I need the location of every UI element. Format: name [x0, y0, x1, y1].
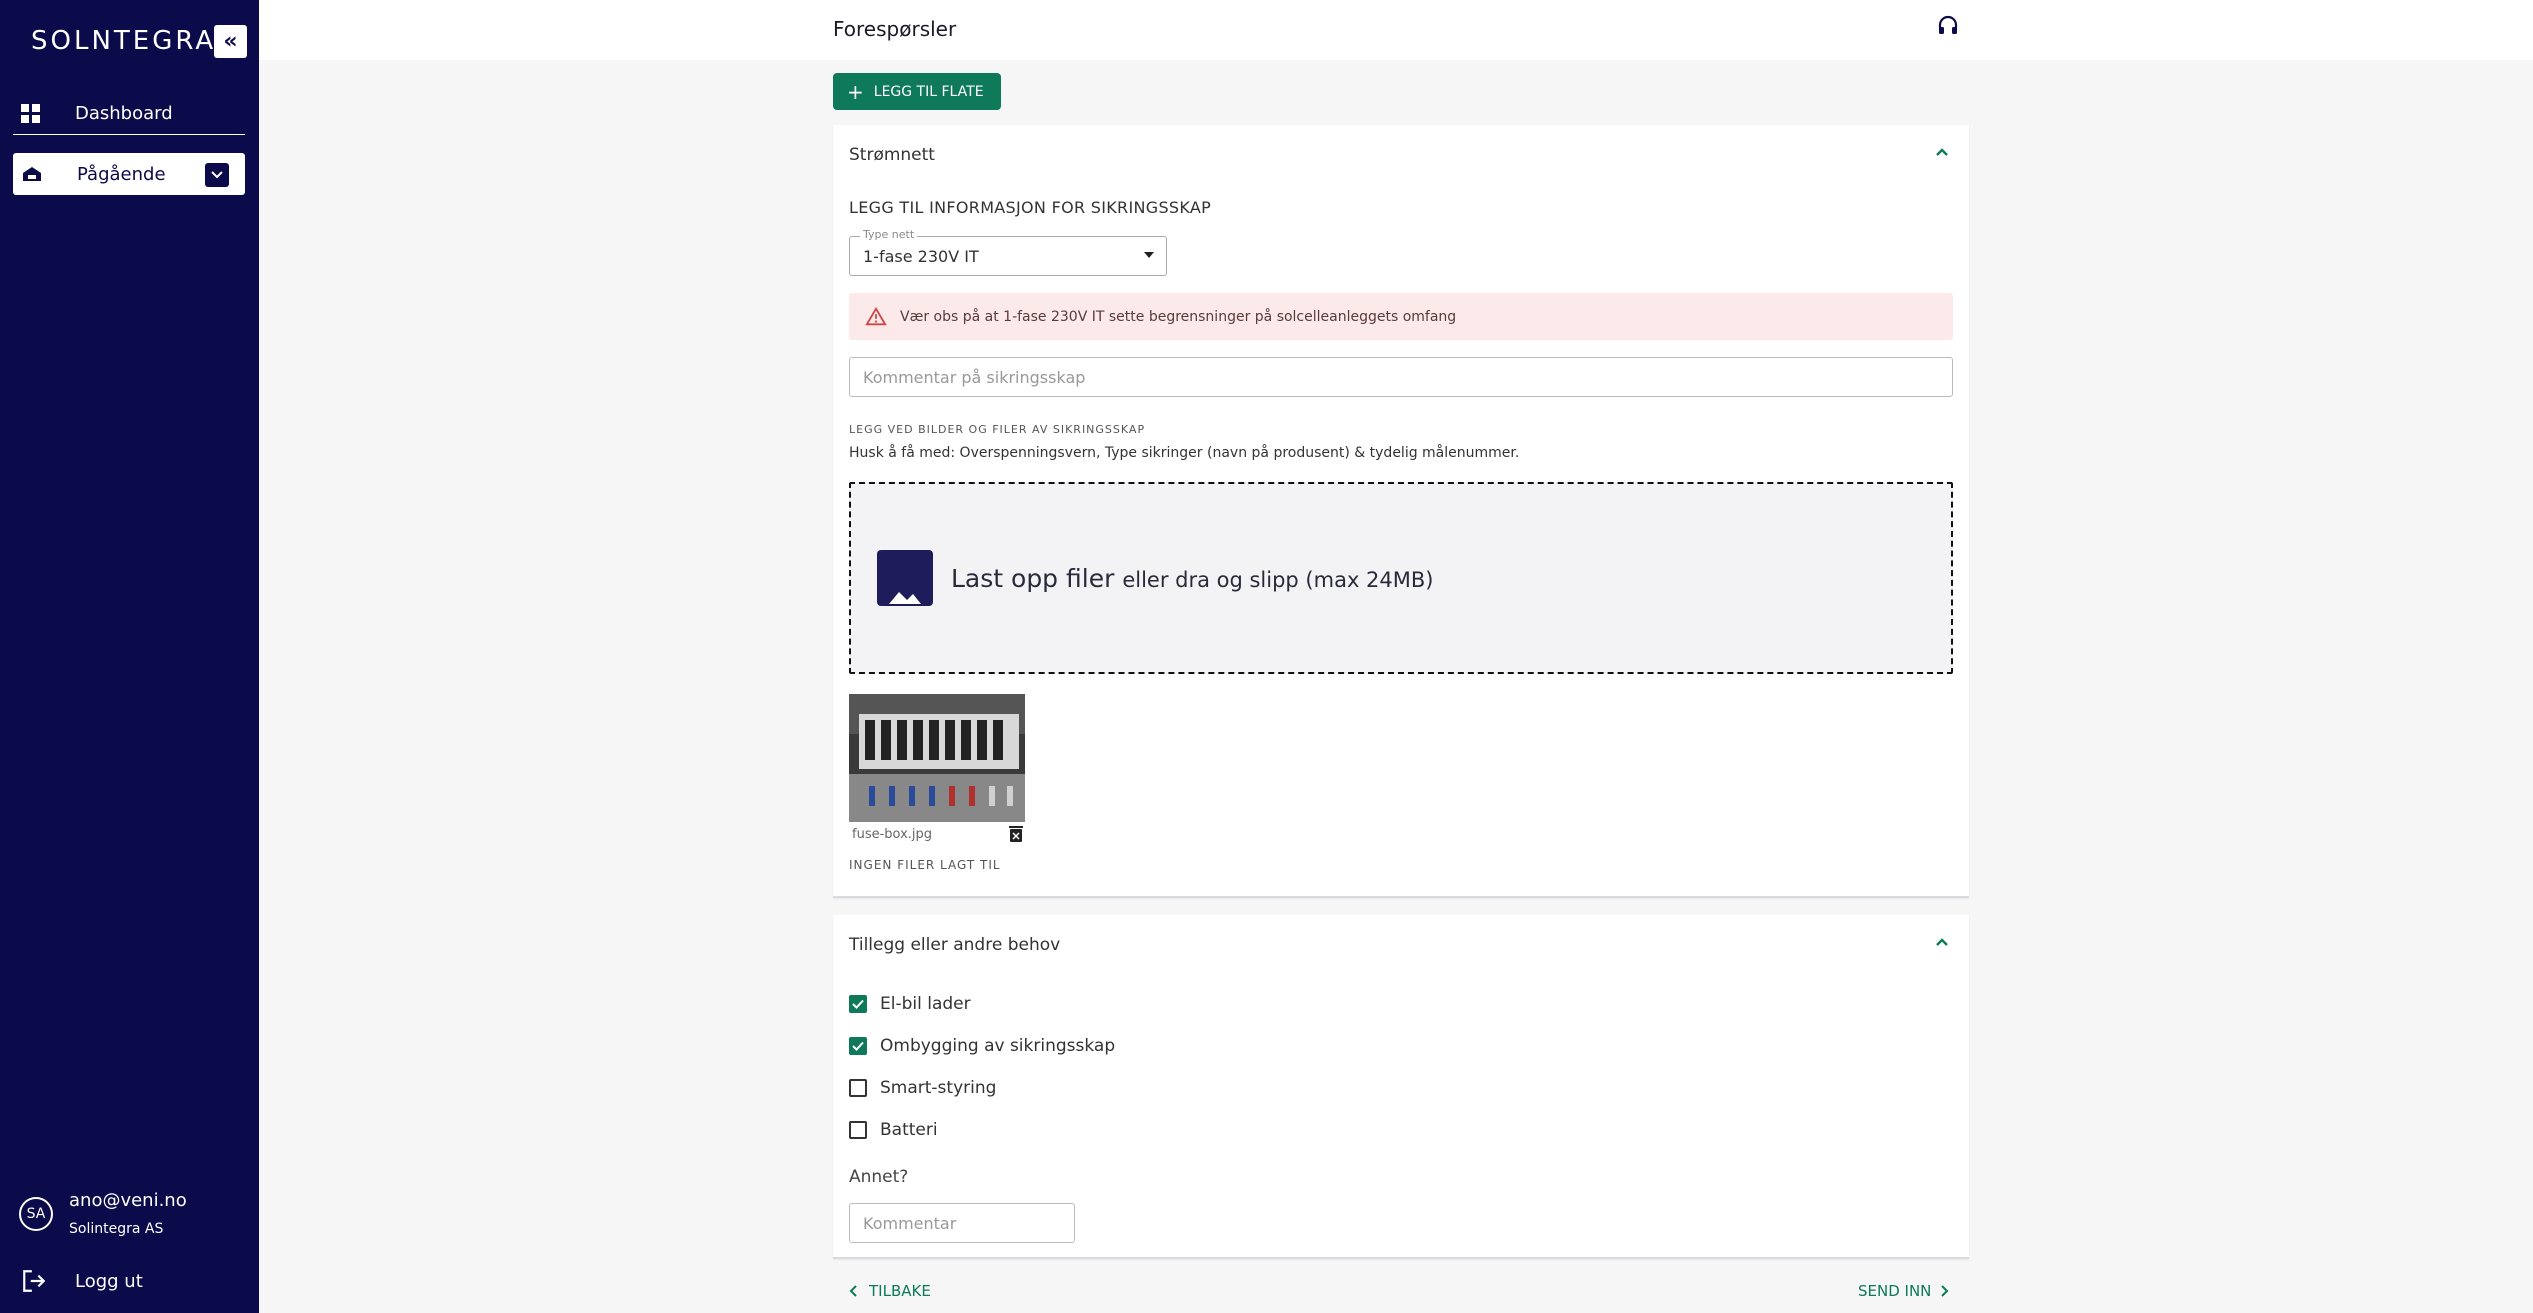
checkbox-label: Ombygging av sikringsskap [880, 1036, 1116, 1056]
sidebar-item-label: Dashboard [75, 103, 173, 124]
select-value: 1-fase 230V IT [863, 247, 979, 266]
card-title: Tillegg eller andre behov [849, 935, 1061, 955]
image-icon [877, 550, 933, 606]
uploaded-image-thumbnail[interactable] [849, 694, 1025, 822]
expand-button[interactable] [205, 163, 229, 187]
back-button[interactable]: TILBAKE [849, 1282, 931, 1300]
add-surface-button[interactable]: + LEGG TIL FLATE [833, 73, 1001, 110]
power-grid-card: Strømnett LEGG TIL INFORMASJON FOR SIKRI… [833, 125, 1969, 898]
dashboard-icon [21, 103, 41, 124]
checkbox-el-bil-lader[interactable]: El-bil lader [849, 994, 971, 1014]
top-bar: Forespørsler [259, 0, 2533, 60]
sidebar-item-label: Pågående [77, 163, 166, 185]
warning-alert: Vær obs på at 1-fase 230V IT sette begre… [849, 293, 1953, 340]
chevron-left-icon [849, 1285, 857, 1297]
user-profile[interactable]: SA ano@veni.no Solintegra AS [19, 1190, 187, 1237]
add-surface-label: LEGG TIL FLATE [873, 83, 984, 100]
checkbox-smart-styring[interactable]: Smart-styring [849, 1078, 996, 1098]
section-title: LEGG TIL INFORMASJON FOR SIKRINGSSKAP [849, 198, 1212, 217]
collapse-sidebar-button[interactable]: « [214, 25, 247, 58]
grid-type-select[interactable]: Type nett 1-fase 230V IT [849, 228, 1167, 276]
user-company: Solintegra AS [69, 1221, 164, 1237]
double-chevron-left-icon: « [223, 29, 238, 54]
extras-card: Tillegg eller andre behov El-bil lader O… [833, 915, 1969, 1259]
logout-button[interactable]: Logg ut [21, 1268, 143, 1294]
fusebox-comment-input[interactable] [849, 357, 1953, 397]
checkbox-batteri[interactable]: Batteri [849, 1120, 938, 1140]
submit-button[interactable]: SEND INN [1858, 1282, 1949, 1300]
dropdown-arrow-icon [1144, 252, 1154, 258]
headset-icon[interactable] [1936, 14, 1960, 38]
chevron-up-icon[interactable] [1935, 937, 1949, 947]
page-title: Forespørsler [833, 17, 957, 41]
files-heading: LEGG VED BILDER OG FILER AV SIKRINGSSKAP [849, 423, 1146, 436]
chevron-right-icon [1941, 1285, 1949, 1297]
card-title: Strømnett [849, 145, 935, 165]
select-label: Type nett [860, 228, 918, 241]
file-dropzone[interactable]: Last opp filer eller dra og slipp (max 2… [849, 482, 1953, 674]
back-label: TILBAKE [869, 1282, 931, 1300]
checkbox-checked[interactable] [849, 995, 867, 1013]
trash-icon[interactable] [1008, 825, 1024, 843]
avatar: SA [19, 1197, 53, 1231]
sidebar: SOLNTEGRA « Dashboard Pågående SA ano@ve… [0, 0, 259, 1313]
other-label: Annet? [849, 1167, 909, 1187]
checkbox-unchecked[interactable] [849, 1121, 867, 1139]
no-files-text: INGEN FILER LAGT TIL [849, 858, 1001, 872]
files-hint: Husk å få med: Overspenningsvern, Type s… [849, 445, 1520, 461]
upload-sub-text: eller dra og slipp (max 24MB) [1122, 567, 1434, 592]
checkbox-label: El-bil lader [880, 994, 971, 1014]
checkbox-ombygging[interactable]: Ombygging av sikringsskap [849, 1036, 1115, 1056]
checkbox-label: Smart-styring [880, 1078, 997, 1098]
user-email: ano@veni.no [69, 1190, 187, 1211]
file-name: fuse-box.jpg [852, 827, 933, 842]
logo: SOLNTEGRA [31, 26, 217, 56]
chevron-up-icon[interactable] [1935, 147, 1949, 157]
other-comment-input[interactable] [849, 1203, 1075, 1243]
plus-icon: + [847, 79, 864, 104]
warning-icon [865, 306, 887, 325]
checkbox-checked[interactable] [849, 1037, 867, 1055]
warning-text: Vær obs på at 1-fase 230V IT sette begre… [900, 308, 1457, 325]
logout-icon [23, 1270, 46, 1292]
upload-main-text: Last opp filer [951, 563, 1115, 593]
chevron-down-icon [211, 171, 223, 179]
logout-label: Logg ut [75, 1270, 143, 1292]
house-icon [23, 167, 41, 181]
sidebar-item-dashboard[interactable]: Dashboard [13, 93, 245, 135]
submit-label: SEND INN [1858, 1282, 1932, 1300]
sidebar-item-pagaende[interactable]: Pågående [13, 153, 245, 195]
checkbox-unchecked[interactable] [849, 1079, 867, 1097]
checkbox-label: Batteri [880, 1120, 938, 1140]
